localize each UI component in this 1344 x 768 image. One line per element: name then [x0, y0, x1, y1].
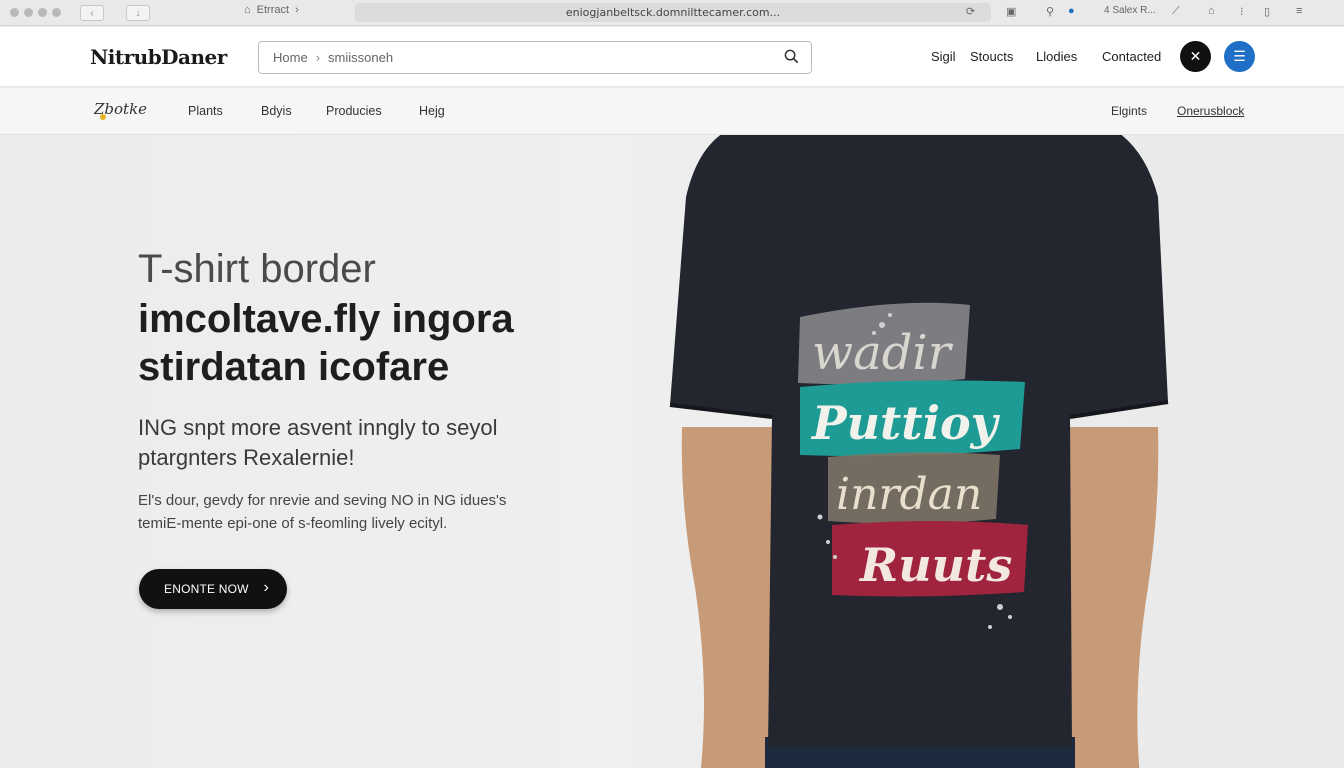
subnav-item-hejg[interactable]: Hejg: [419, 104, 445, 118]
hero-lead-line2: ptargnters Rexalernie!: [138, 445, 355, 470]
page-icon[interactable]: ▯: [1264, 5, 1270, 18]
hero-body-line2: temiE-mente epi-one of s-feomling lively…: [138, 515, 448, 532]
hero-title-line1: T-shirt border: [138, 247, 376, 291]
subnav-link-onerusblock[interactable]: Onerusblock: [1177, 104, 1244, 118]
subnav-item-plants[interactable]: Plants: [188, 104, 223, 118]
search-icon[interactable]: [784, 49, 799, 64]
print-word-3: inrdan: [836, 469, 982, 520]
cart-icon[interactable]: ⌂: [1208, 5, 1215, 17]
sub-navigation: Zbotke Plants Bdyis Producies Hejg Elgin…: [0, 88, 1344, 135]
logo-dot-icon: [100, 114, 106, 120]
cta-label: ENONTE NOW: [164, 582, 249, 596]
hamburger-icon[interactable]: ≡: [1296, 5, 1302, 17]
browser-profile-label[interactable]: 4 Salex R...: [1104, 5, 1156, 16]
x-social-icon[interactable]: ✕: [1180, 41, 1211, 72]
print-word-4: Ruuts: [858, 538, 1012, 592]
hero-section: T-shirt border imcoltave.fly ingora stir…: [0, 135, 1344, 768]
site-logo[interactable]: NitrubDaner: [90, 45, 227, 69]
nav-item-sigil[interactable]: Sigil: [931, 49, 956, 64]
hero-lead-line1: ING snpt more asvent inngly to seyol: [138, 415, 498, 440]
window-controls[interactable]: [10, 8, 61, 17]
site-header: NitrubDaner Home › smiissoneh Sigil Stou…: [0, 27, 1344, 87]
chevron-right-icon: ›: [315, 50, 321, 65]
hero-body-line1: El's dour, gevdy for nrevie and seving N…: [138, 492, 507, 509]
search-breadcrumb-home[interactable]: Home: [273, 50, 308, 65]
subnav-link-elgints[interactable]: Elgints: [1111, 104, 1147, 118]
chevron-right-icon: ›: [263, 579, 269, 596]
search-input[interactable]: smiissoneh: [328, 50, 393, 65]
search-bar[interactable]: Home › smiissoneh: [258, 41, 812, 74]
menu-icon[interactable]: ⁝: [1240, 5, 1244, 18]
browser-toolbar: ‹ ↓ ⌂ Etrract › eniogjanbeltsck.domniltt…: [0, 0, 1344, 26]
browser-breadcrumb[interactable]: ⌂ Etrract ›: [244, 4, 299, 16]
back-icon[interactable]: ‹: [80, 5, 104, 21]
subnav-item-producies[interactable]: Producies: [326, 104, 382, 118]
pin-icon[interactable]: ⚲: [1046, 5, 1054, 18]
browser-crumb-label: Etrract: [256, 4, 290, 16]
extensions-icon[interactable]: ▣: [1006, 5, 1016, 18]
nav-item-llodies[interactable]: Llodies: [1036, 49, 1077, 64]
tshirt-model-image: wadir Puttioy inrdan Ruuts: [669, 135, 1169, 768]
print-word-2: Puttioy: [810, 396, 1001, 450]
subnav-item-bdyis[interactable]: Bdyis: [261, 104, 292, 118]
hero-title-line3: stirdatan icofare: [138, 345, 450, 389]
address-bar[interactable]: eniogjanbeltsck.domnilttecamer.com...: [355, 3, 991, 22]
chevron-right-icon: ›: [295, 4, 299, 16]
globe-icon[interactable]: ●: [1068, 5, 1075, 17]
reload-icon[interactable]: ⟳: [966, 5, 975, 18]
edit-icon[interactable]: ⟋: [1172, 5, 1180, 18]
model-left-arm: [681, 427, 779, 768]
nav-item-contacted[interactable]: Contacted: [1102, 49, 1161, 64]
hero-title-line2: imcoltave.fly ingora: [138, 297, 514, 341]
print-word-1: wadir: [812, 325, 954, 381]
home-icon: ⌂: [244, 4, 251, 16]
cta-button[interactable]: ENONTE NOW ›: [139, 569, 287, 609]
nav-item-stoucts[interactable]: Stoucts: [970, 49, 1013, 64]
download-icon[interactable]: ↓: [126, 5, 150, 21]
address-bar-url: eniogjanbeltsck.domnilttecamer.com...: [565, 6, 781, 19]
model-right-arm: [1062, 427, 1159, 768]
chat-icon[interactable]: ☰: [1224, 41, 1255, 72]
sub-logo[interactable]: Zbotke: [94, 100, 147, 120]
